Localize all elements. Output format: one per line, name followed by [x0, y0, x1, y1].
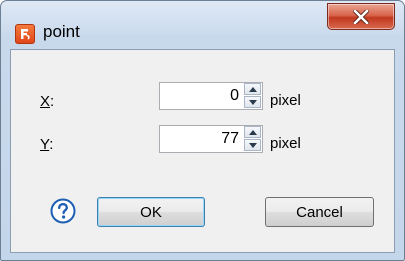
app-logo-icon: [15, 24, 35, 44]
cancel-button[interactable]: Cancel: [265, 197, 374, 227]
x-spinner-buttons: [244, 83, 262, 109]
x-label-mnemonic: X: [40, 93, 51, 110]
y-input[interactable]: [160, 126, 242, 152]
ok-button[interactable]: OK: [97, 197, 205, 227]
close-button[interactable]: [327, 3, 395, 30]
x-input[interactable]: [160, 83, 242, 109]
x-spinner[interactable]: [159, 82, 263, 110]
arrow-down-icon: [249, 100, 257, 105]
y-decrement-button[interactable]: [244, 139, 261, 151]
arrow-up-icon: [249, 87, 257, 92]
dialog-window: point X: pixel Y:: [0, 0, 405, 261]
window-title: point: [43, 22, 80, 41]
title-bar[interactable]: point: [1, 1, 404, 49]
y-spinner-buttons: [244, 126, 262, 152]
x-unit-label: pixel: [270, 92, 301, 109]
dialog-body: X: pixel Y:: [10, 49, 395, 253]
y-spinner[interactable]: [159, 125, 263, 153]
y-label: Y:: [40, 136, 54, 153]
arrow-up-icon: [249, 130, 257, 135]
arrow-down-icon: [249, 143, 257, 148]
x-label: X:: [40, 93, 55, 110]
x-decrement-button[interactable]: [244, 96, 261, 108]
y-unit-label: pixel: [270, 135, 301, 152]
close-icon: [353, 10, 369, 24]
help-icon[interactable]: [50, 198, 76, 224]
y-label-mnemonic: Y: [40, 136, 50, 153]
y-increment-button[interactable]: [244, 126, 261, 138]
x-increment-button[interactable]: [244, 83, 261, 95]
